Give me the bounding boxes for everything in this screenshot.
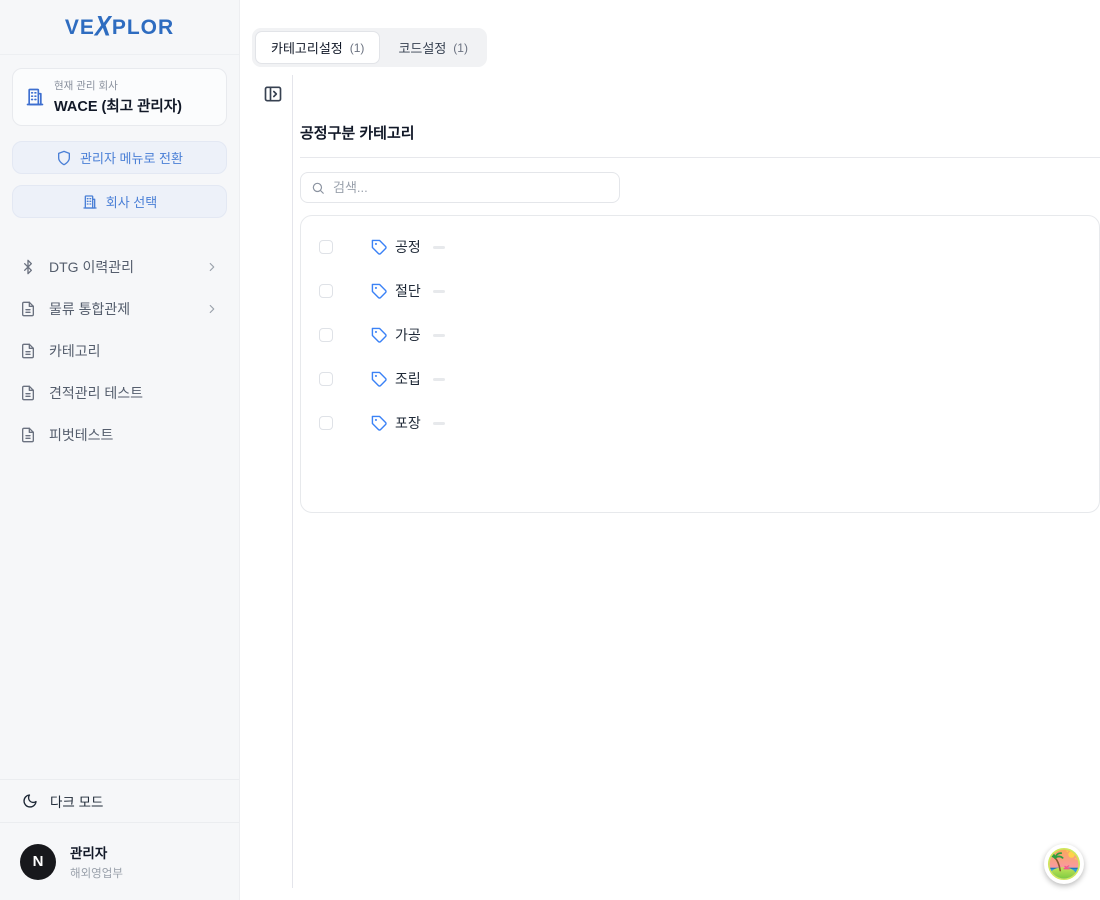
category-checkbox[interactable]: [319, 328, 333, 342]
category-row[interactable]: 절단: [301, 269, 1099, 313]
select-company-button[interactable]: 회사 선택: [12, 185, 227, 218]
category-dash: [433, 422, 445, 425]
document-icon: [20, 427, 36, 443]
moon-icon: [22, 793, 38, 809]
category-dash: [433, 378, 445, 381]
dark-mode-label: 다크 모드: [50, 791, 103, 811]
sidebar-item-label: 물류 통합관제: [49, 299, 192, 319]
sidebar: VEXPLOR 현재 관리 회사 WACE (최고 관리자) 관리자 메뉴로 전…: [0, 0, 240, 900]
dark-mode-toggle[interactable]: 다크 모드: [0, 779, 239, 822]
search-icon: [311, 181, 325, 195]
panel-collapse-icon[interactable]: [263, 84, 283, 104]
category-label: 공정: [395, 237, 421, 257]
category-checkbox[interactable]: [319, 240, 333, 254]
profile-row[interactable]: N 관리자 해외영업부: [0, 822, 239, 900]
tag-icon: [371, 239, 388, 256]
select-company-label: 회사 선택: [106, 192, 157, 211]
tag-icon: [371, 327, 388, 344]
company-card-label: 현재 관리 회사: [54, 78, 182, 93]
avatar[interactable]: N: [20, 844, 56, 880]
sidebar-item-dtg-history[interactable]: DTG 이력관리: [0, 246, 239, 288]
category-label: 조립: [395, 369, 421, 389]
tab-category-settings[interactable]: 카테고리설정 (1): [255, 31, 380, 64]
search-input[interactable]: [333, 180, 609, 195]
building-icon: [82, 194, 98, 210]
sidebar-nav: DTG 이력관리 물류 통합관제 카테고리 견적관리 테스트: [0, 246, 239, 456]
category-list-card: 공정 절단 가공: [300, 215, 1100, 513]
document-icon: [20, 385, 36, 401]
building-icon: [25, 87, 45, 107]
tab-label: 코드설정: [398, 38, 446, 57]
sidebar-item-quote-test[interactable]: 견적관리 테스트: [0, 372, 239, 414]
logo-part: PLOR: [112, 16, 174, 39]
document-icon: [20, 301, 36, 317]
vertical-divider: [292, 75, 293, 888]
sidebar-item-pivot-test[interactable]: 피벗테스트: [0, 414, 239, 456]
tab-label: 카테고리설정: [271, 38, 343, 57]
current-company-card: 현재 관리 회사 WACE (최고 관리자): [12, 68, 227, 126]
sidebar-item-label: DTG 이력관리: [49, 257, 192, 277]
sidebar-item-label: 견적관리 테스트: [49, 383, 219, 403]
category-label: 절단: [395, 281, 421, 301]
category-checkbox[interactable]: [319, 372, 333, 386]
tag-icon: [371, 371, 388, 388]
category-checkbox[interactable]: [319, 416, 333, 430]
sidebar-spacer: [0, 456, 239, 779]
profile-name: 관리자: [70, 842, 123, 862]
category-checkbox[interactable]: [319, 284, 333, 298]
category-row[interactable]: 공정: [301, 225, 1099, 269]
tab-count: (1): [350, 41, 365, 55]
profile-department: 해외영업부: [70, 865, 123, 881]
vexplor-logo[interactable]: VEXPLOR: [65, 13, 174, 41]
switch-admin-menu-label: 관리자 메뉴로 전환: [80, 148, 183, 167]
tag-icon: [371, 283, 388, 300]
bluetooth-icon: [20, 259, 36, 275]
chevron-right-icon: [205, 260, 219, 274]
tag-icon: [371, 415, 388, 432]
sidebar-item-category[interactable]: 카테고리: [0, 330, 239, 372]
sidebar-item-label: 피벗테스트: [49, 425, 219, 445]
category-label: 가공: [395, 325, 421, 345]
category-row[interactable]: 포장: [301, 401, 1099, 445]
category-label: 포장: [395, 413, 421, 433]
category-row[interactable]: 가공: [301, 313, 1099, 357]
tab-code-settings[interactable]: 코드설정 (1): [382, 31, 484, 64]
main-content: 카테고리설정 (1) 코드설정 (1) 공정구분 카테고리 공정: [240, 0, 1100, 900]
search-box: [300, 172, 620, 203]
category-dash: [433, 334, 445, 337]
shield-icon: [56, 150, 72, 166]
company-card-value: WACE (최고 관리자): [54, 95, 182, 116]
chevron-right-icon: [205, 302, 219, 316]
logo-part: VE: [65, 16, 95, 39]
title-divider: [300, 157, 1100, 158]
document-icon: [20, 343, 36, 359]
sidebar-item-label: 카테고리: [49, 341, 219, 361]
island-badge-button[interactable]: [1044, 844, 1084, 884]
category-dash: [433, 246, 445, 249]
logo-area: VEXPLOR: [0, 0, 239, 55]
settings-tabs: 카테고리설정 (1) 코드설정 (1): [252, 28, 487, 67]
tab-count: (1): [453, 41, 468, 55]
category-row[interactable]: 조립: [301, 357, 1099, 401]
switch-admin-menu-button[interactable]: 관리자 메뉴로 전환: [12, 141, 227, 174]
sidebar-item-logistics-control[interactable]: 물류 통합관제: [0, 288, 239, 330]
tropical-island-icon: [1047, 847, 1081, 881]
category-dash: [433, 290, 445, 293]
section-title: 공정구분 카테고리: [300, 122, 415, 143]
